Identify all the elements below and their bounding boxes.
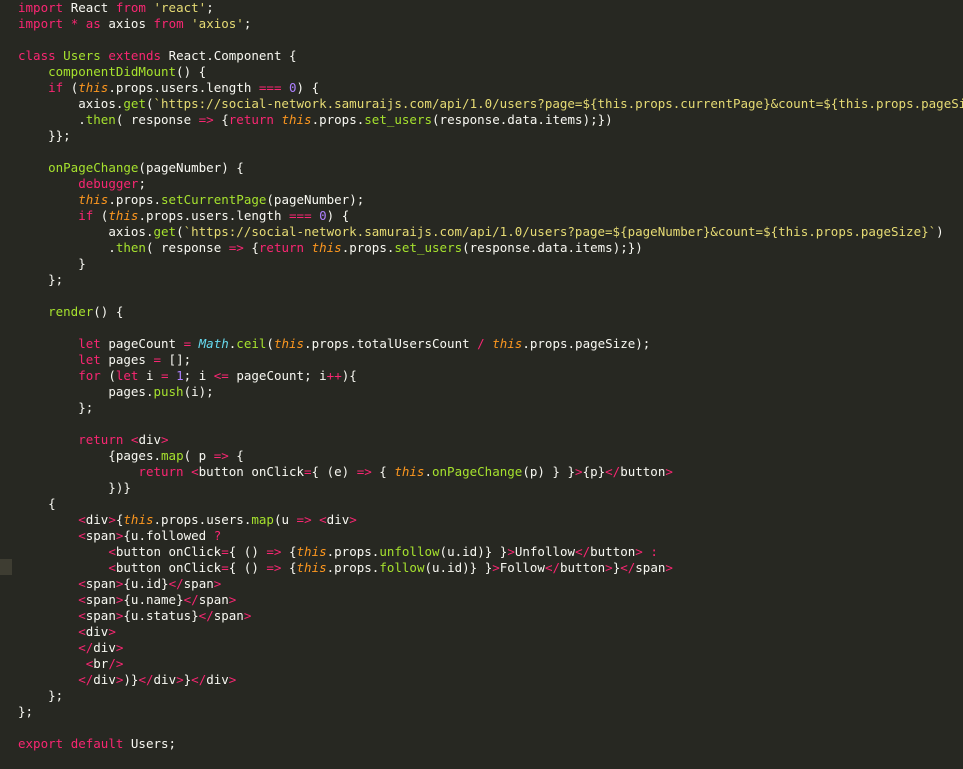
code-line[interactable]: <span>{u.followed ? bbox=[0, 528, 963, 544]
code-line[interactable] bbox=[0, 416, 963, 432]
code-line[interactable]: <span>{u.name}</span> bbox=[0, 592, 963, 608]
code-line[interactable]: }; bbox=[0, 272, 963, 288]
code-line[interactable]: for (let i = 1; i <= pageCount; i++){ bbox=[0, 368, 963, 384]
code-line[interactable]: } bbox=[0, 256, 963, 272]
code-line[interactable]: onPageChange(pageNumber) { bbox=[0, 160, 963, 176]
code-line[interactable]: }; bbox=[0, 688, 963, 704]
code-line[interactable]: </div> bbox=[0, 640, 963, 656]
code-line[interactable]: render() { bbox=[0, 304, 963, 320]
code-line[interactable]: class Users extends React.Component { bbox=[0, 48, 963, 64]
code-line[interactable]: .then( response => {return this.props.se… bbox=[0, 112, 963, 128]
code-area[interactable]: import React from 'react'; import * as ax… bbox=[0, 0, 963, 752]
code-line[interactable]: return <div> bbox=[0, 432, 963, 448]
code-line[interactable] bbox=[0, 720, 963, 736]
code-line[interactable]: this.props.setCurrentPage(pageNumber); bbox=[0, 192, 963, 208]
code-line[interactable]: }}; bbox=[0, 128, 963, 144]
code-line[interactable]: <div>{this.props.users.map(u => <div> bbox=[0, 512, 963, 528]
code-line[interactable]: </div>)}</div>}</div> bbox=[0, 672, 963, 688]
code-line[interactable]: axios.get(`https://social-network.samura… bbox=[0, 96, 963, 112]
code-line[interactable]: .then( response => {return this.props.se… bbox=[0, 240, 963, 256]
code-line[interactable]: let pages = []; bbox=[0, 352, 963, 368]
code-line[interactable]: <button onClick={ () => {this.props.unfo… bbox=[0, 544, 963, 560]
code-line[interactable]: if (this.props.users.length === 0) { bbox=[0, 80, 963, 96]
code-line[interactable]: debugger; bbox=[0, 176, 963, 192]
code-line[interactable]: let pageCount = Math.ceil(this.props.tot… bbox=[0, 336, 963, 352]
code-line[interactable] bbox=[0, 32, 963, 48]
code-editor[interactable]: import React from 'react'; import * as ax… bbox=[0, 0, 963, 769]
code-line[interactable]: if (this.props.users.length === 0) { bbox=[0, 208, 963, 224]
code-line[interactable] bbox=[0, 320, 963, 336]
code-line[interactable]: componentDidMount() { bbox=[0, 64, 963, 80]
code-line[interactable]: <span>{u.id}</span> bbox=[0, 576, 963, 592]
code-line[interactable]: }; bbox=[0, 400, 963, 416]
code-line[interactable]: <br/> bbox=[0, 656, 963, 672]
code-line[interactable] bbox=[0, 144, 963, 160]
code-line[interactable]: <button onClick={ () => {this.props.foll… bbox=[0, 560, 963, 576]
code-line[interactable]: }; bbox=[0, 704, 963, 720]
code-line[interactable]: return <button onClick={ (e) => { this.o… bbox=[0, 464, 963, 480]
code-line[interactable]: })} bbox=[0, 480, 963, 496]
code-line[interactable]: import React from 'react'; bbox=[0, 0, 963, 16]
code-line[interactable]: {pages.map( p => { bbox=[0, 448, 963, 464]
code-line[interactable]: pages.push(i); bbox=[0, 384, 963, 400]
code-line[interactable]: axios.get(`https://social-network.samura… bbox=[0, 224, 963, 240]
code-line[interactable]: <div> bbox=[0, 624, 963, 640]
code-line[interactable]: { bbox=[0, 496, 963, 512]
code-line[interactable]: <span>{u.status}</span> bbox=[0, 608, 963, 624]
code-line[interactable]: export default Users; bbox=[0, 736, 963, 752]
code-line[interactable]: import * as axios from 'axios'; bbox=[0, 16, 963, 32]
code-line[interactable] bbox=[0, 288, 963, 304]
